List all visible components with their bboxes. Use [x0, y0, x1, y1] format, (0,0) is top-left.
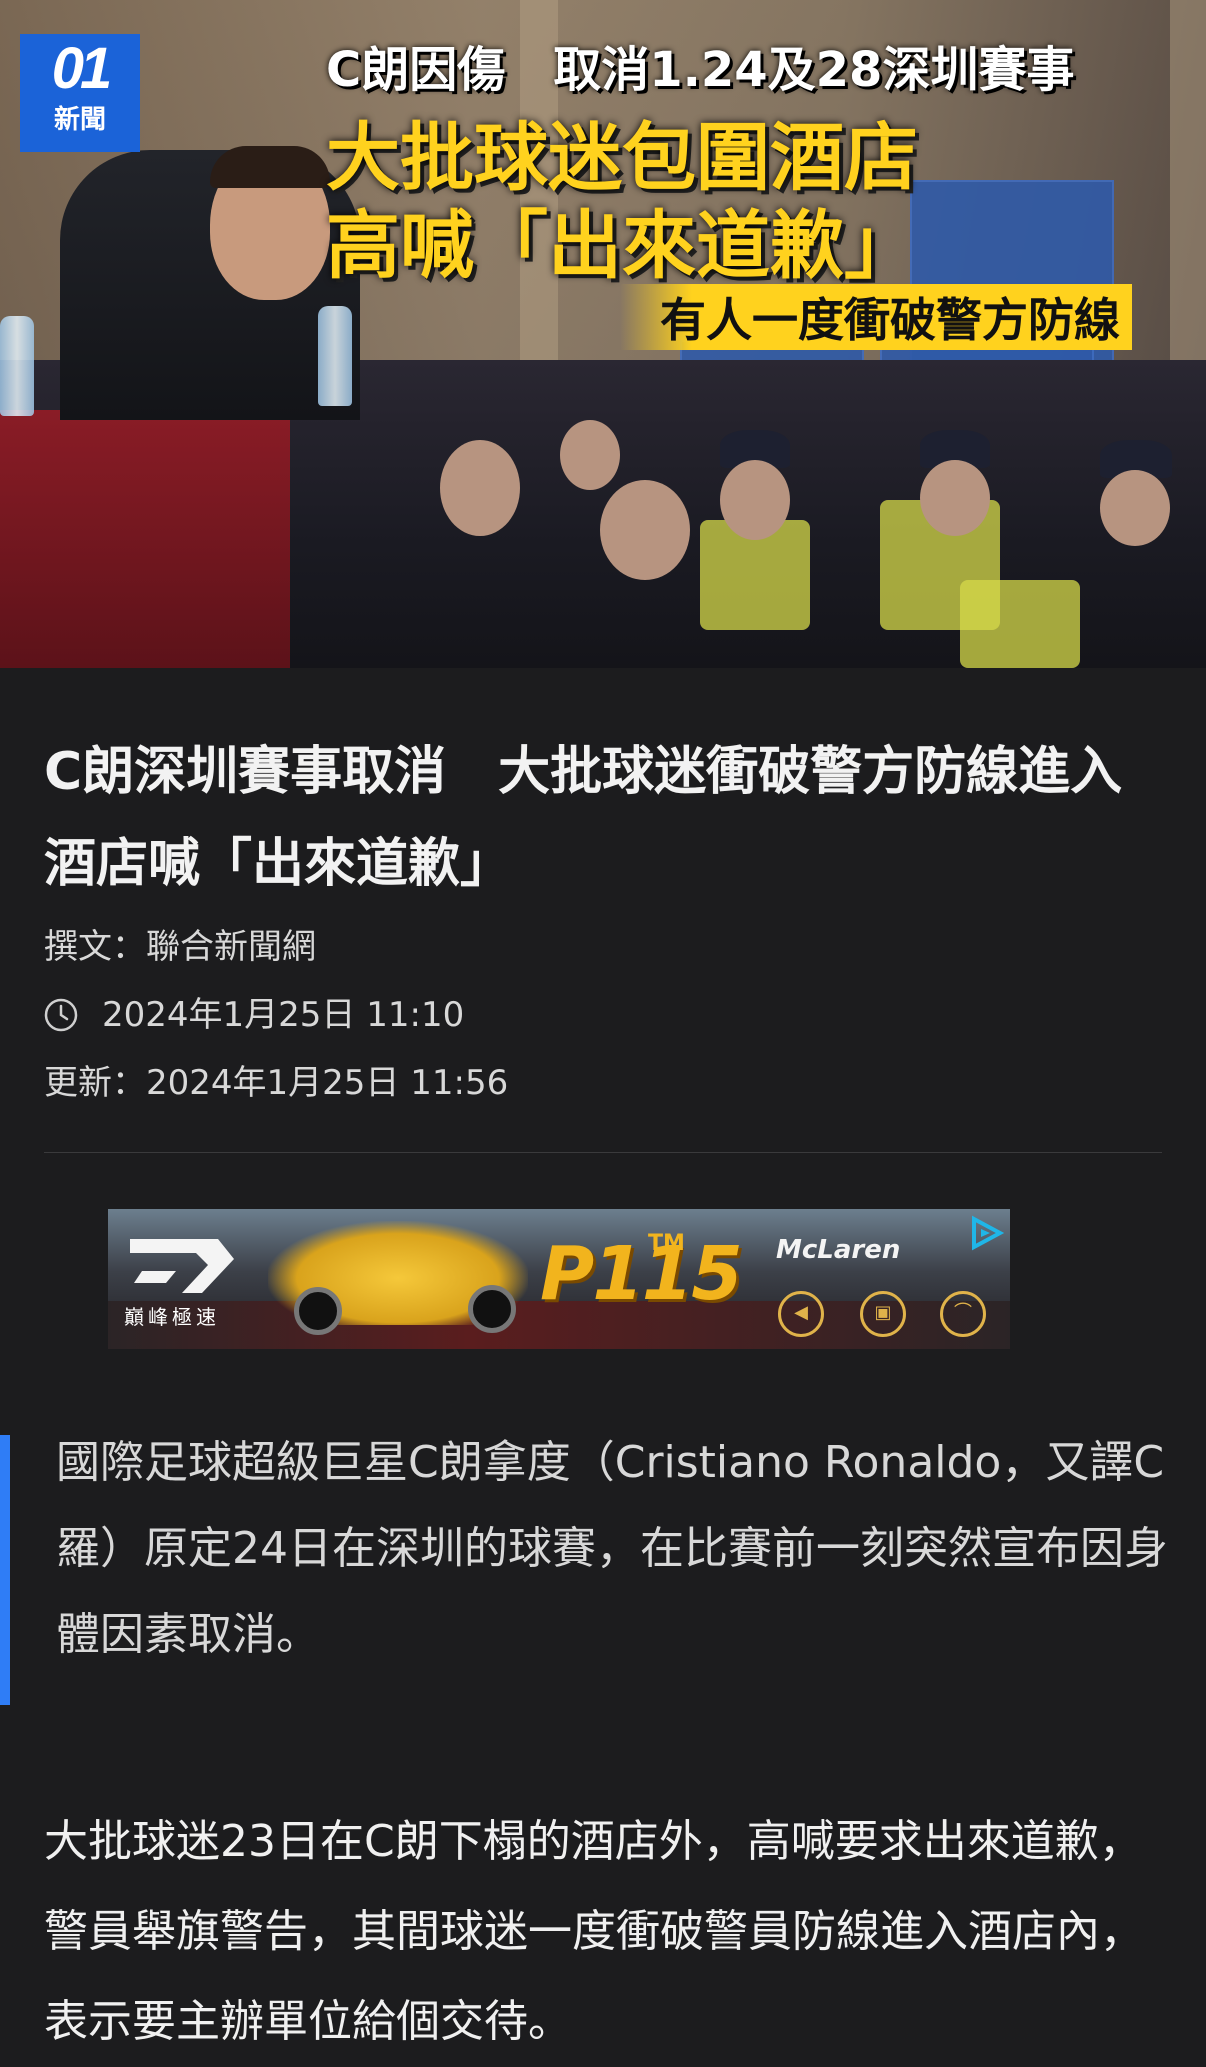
- logo-number: 01: [51, 36, 113, 101]
- hero-person: [600, 480, 690, 580]
- ad-car-wheel: [294, 1287, 342, 1335]
- quote-accent-bar: [0, 1435, 10, 1705]
- ad-product-tm: TM: [648, 1231, 685, 1256]
- ad-product-name: P115: [540, 1231, 743, 1317]
- hero-headline-1: C朗因傷 取消1.24及28深圳賽事: [326, 42, 1075, 98]
- article-title: C朗深圳賽事取消 大批球迷衝破警方防線進入酒店喊「出來道歉」: [44, 742, 1123, 894]
- hero-image[interactable]: 01 新聞 C朗因傷 取消1.24及28深圳賽事 大批球迷包圍酒店 高喊「出來道…: [0, 0, 1206, 668]
- ad-game-logo-icon: [130, 1239, 234, 1293]
- adchoices-icon[interactable]: [966, 1213, 1006, 1253]
- lead-quote: 國際足球超級巨星C朗拿度（Cristiano Ronaldo，又譯C羅）原定24…: [0, 1435, 1206, 1705]
- clock-icon: [44, 998, 78, 1032]
- body-paragraph: 大批球迷23日在C朗下榻的酒店外，高喊要求出來道歉，警員舉旗警告，其間球迷一度衝…: [44, 1816, 1144, 2047]
- article-author[interactable]: 撰文：聯合新聞網: [44, 926, 1162, 968]
- logo-text: 新聞: [53, 105, 106, 135]
- ad-control-right-icon[interactable]: ⌒: [940, 1291, 986, 1337]
- hero-person: [720, 460, 790, 540]
- hero-person: [920, 460, 990, 536]
- published-time: 2024年1月25日 11:10: [102, 995, 465, 1035]
- hero-person: [440, 440, 520, 536]
- hero-player-hair: [210, 146, 330, 188]
- quote-text: 國際足球超級巨星C朗拿度（Cristiano Ronaldo，又譯C羅）原定24…: [56, 1437, 1168, 1660]
- article-published: 2024年1月25日 11:10: [44, 994, 1162, 1036]
- ad-car-wheel: [468, 1285, 516, 1333]
- ad-banner[interactable]: 巔峰極速 P115 TM McLaren ◀ ▣ ⌒: [108, 1209, 1010, 1349]
- ad-maker: McLaren: [776, 1235, 901, 1265]
- hk01-logo: 01 新聞: [20, 34, 140, 152]
- hero-water-bottle: [0, 316, 34, 416]
- hero-person: [1100, 470, 1170, 546]
- hero-police-vest: [960, 580, 1080, 668]
- ad-product: P1: [540, 1231, 644, 1317]
- article-updated: 更新：2024年1月25日 11:56: [44, 1063, 509, 1103]
- divider: [44, 1152, 1162, 1153]
- article: C朗深圳賽事取消 大批球迷衝破警方防線進入酒店喊「出來道歉」 撰文：聯合新聞網 …: [0, 668, 1206, 1153]
- ad-brand-sub: 巔峰極速: [124, 1305, 220, 1329]
- hero-red-shirt: [0, 410, 290, 668]
- hero-player: [60, 146, 360, 420]
- hero-water-bottle: [318, 306, 352, 406]
- ad-control-center-icon[interactable]: ▣: [860, 1291, 906, 1337]
- hero-headline-3: 高喊「出來道歉」: [326, 203, 918, 289]
- hero-person: [560, 420, 620, 490]
- hero-headline-4: 有人一度衝破警方防線: [620, 284, 1132, 350]
- ad-control-left-icon[interactable]: ◀: [778, 1291, 824, 1337]
